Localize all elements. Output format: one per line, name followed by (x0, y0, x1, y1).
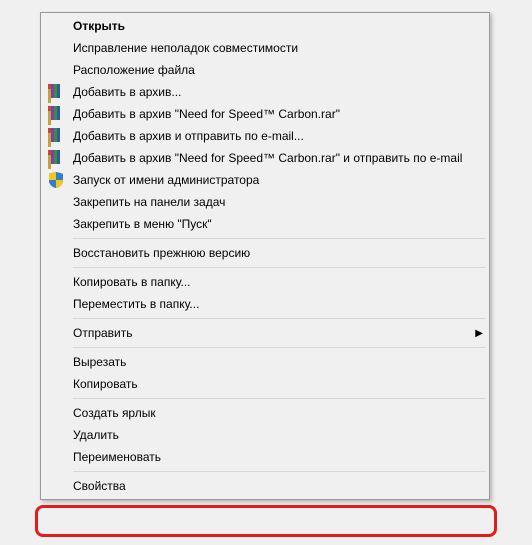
menu-label: Копировать (67, 377, 483, 391)
blank-icon (45, 295, 67, 313)
menu-item-copy[interactable]: Копировать (43, 373, 487, 395)
menu-item-add-to-named-archive[interactable]: Добавить в архив "Need for Speed™ Carbon… (43, 103, 487, 125)
menu-separator (73, 471, 486, 472)
menu-item-archive-and-email[interactable]: Добавить в архив и отправить по e-mail..… (43, 125, 487, 147)
menu-label: Свойства (67, 479, 483, 493)
menu-item-send-to[interactable]: Отправить ▶ (43, 322, 487, 344)
menu-item-delete[interactable]: Удалить (43, 424, 487, 446)
blank-icon (45, 193, 67, 211)
blank-icon (45, 426, 67, 444)
menu-item-rename[interactable]: Переименовать (43, 446, 487, 468)
menu-separator (73, 347, 486, 348)
context-menu: Открыть Исправление неполадок совместимо… (40, 12, 490, 500)
menu-label: Вырезать (67, 355, 483, 369)
shield-icon (45, 171, 67, 189)
menu-label: Исправление неполадок совместимости (67, 41, 483, 55)
menu-label: Удалить (67, 428, 483, 442)
blank-icon (45, 404, 67, 422)
menu-label: Отправить (67, 326, 469, 340)
menu-item-open[interactable]: Открыть (43, 15, 487, 37)
submenu-arrow-icon: ▶ (469, 328, 483, 339)
menu-item-move-to-folder[interactable]: Переместить в папку... (43, 293, 487, 315)
menu-item-pin-to-taskbar[interactable]: Закрепить на панели задач (43, 191, 487, 213)
menu-label: Создать ярлык (67, 406, 483, 420)
menu-label: Открыть (67, 19, 483, 33)
menu-item-properties[interactable]: Свойства (43, 475, 487, 497)
blank-icon (45, 353, 67, 371)
menu-item-copy-to-folder[interactable]: Копировать в папку... (43, 271, 487, 293)
menu-label: Добавить в архив "Need for Speed™ Carbon… (67, 151, 483, 165)
menu-label: Запуск от имени администратора (67, 173, 483, 187)
menu-label: Добавить в архив... (67, 85, 483, 99)
blank-icon (45, 477, 67, 495)
winrar-icon (45, 83, 67, 101)
menu-item-create-shortcut[interactable]: Создать ярлык (43, 402, 487, 424)
menu-item-restore-previous-version[interactable]: Восстановить прежнюю версию (43, 242, 487, 264)
annotation-highlight (35, 505, 497, 537)
menu-item-open-file-location[interactable]: Расположение файла (43, 59, 487, 81)
menu-label: Расположение файла (67, 63, 483, 77)
menu-separator (73, 318, 486, 319)
blank-icon (45, 17, 67, 35)
menu-item-cut[interactable]: Вырезать (43, 351, 487, 373)
winrar-icon (45, 105, 67, 123)
menu-label: Закрепить на панели задач (67, 195, 483, 209)
menu-label: Восстановить прежнюю версию (67, 246, 483, 260)
menu-item-named-archive-and-email[interactable]: Добавить в архив "Need for Speed™ Carbon… (43, 147, 487, 169)
menu-item-pin-to-start[interactable]: Закрепить в меню "Пуск" (43, 213, 487, 235)
blank-icon (45, 39, 67, 57)
menu-separator (73, 238, 486, 239)
blank-icon (45, 273, 67, 291)
blank-icon (45, 324, 67, 342)
menu-item-compatibility-troubleshoot[interactable]: Исправление неполадок совместимости (43, 37, 487, 59)
menu-separator (73, 267, 486, 268)
blank-icon (45, 375, 67, 393)
menu-item-run-as-admin[interactable]: Запуск от имени администратора (43, 169, 487, 191)
blank-icon (45, 215, 67, 233)
winrar-icon (45, 149, 67, 167)
menu-label: Копировать в папку... (67, 275, 483, 289)
menu-label: Переместить в папку... (67, 297, 483, 311)
blank-icon (45, 61, 67, 79)
menu-label: Закрепить в меню "Пуск" (67, 217, 483, 231)
blank-icon (45, 244, 67, 262)
menu-label: Переименовать (67, 450, 483, 464)
menu-item-add-to-archive[interactable]: Добавить в архив... (43, 81, 487, 103)
menu-label: Добавить в архив и отправить по e-mail..… (67, 129, 483, 143)
blank-icon (45, 448, 67, 466)
menu-label: Добавить в архив "Need for Speed™ Carbon… (67, 107, 483, 121)
menu-separator (73, 398, 486, 399)
winrar-icon (45, 127, 67, 145)
